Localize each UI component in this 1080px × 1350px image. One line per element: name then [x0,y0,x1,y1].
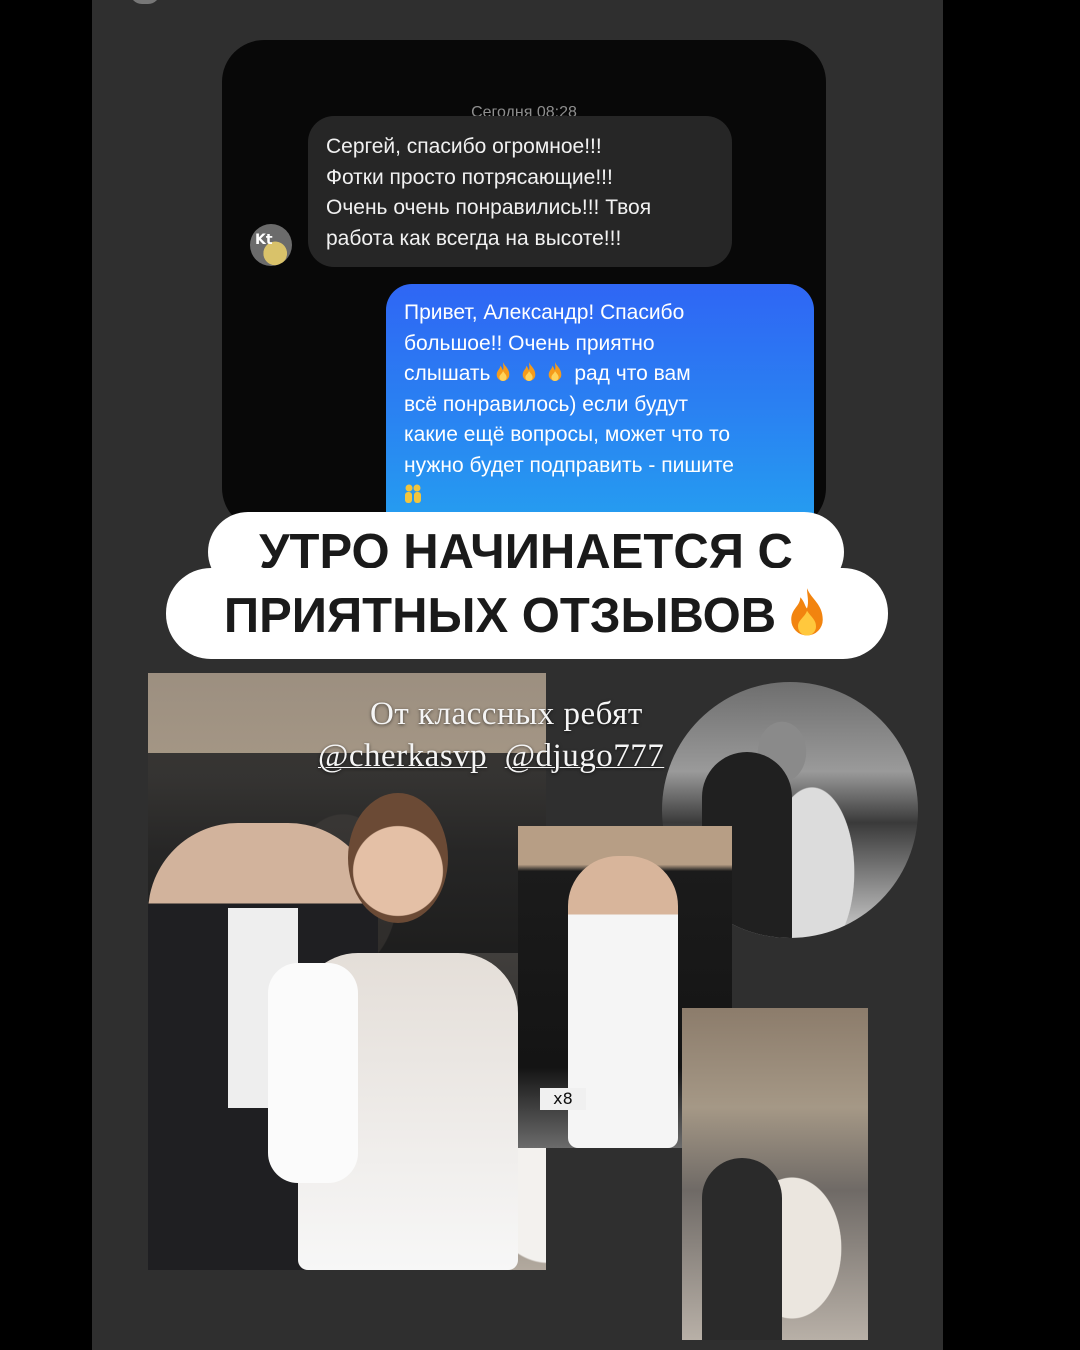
outgoing-line-6: нужно будет подправить - пишите [404,453,734,477]
avatar-initials: Kt [255,232,273,248]
outgoing-line-5: какие ещё вопросы, может что то [404,423,731,446]
people-emoji-icon [405,484,421,503]
license-plate: x8 [540,1088,586,1110]
bride-figure [268,793,518,1270]
caption-handles: @cherkasvp @djugo777 [318,736,664,776]
outgoing-line-3: слышать рад что вам [404,359,796,390]
outgoing-line-4: всё понравилось) если будут [404,392,689,416]
fire-emoji-icon [497,362,510,381]
caption-line-1: От классных ребят [370,696,643,732]
headline-line-2-text: ПРИЯТНЫХ ОТЗЫВОВ [223,589,777,643]
handle-link-2[interactable]: @djugo777 [505,738,665,774]
sender-avatar: Kt [250,224,292,266]
bride-jacket [268,963,358,1183]
outgoing-line-2: большое!! Очень приятно [404,331,655,355]
outgoing-message-bubble: Привет, Александр! Спасибо большое!! Оче… [386,284,814,530]
outgoing-line-3-end: рад что вам [574,362,691,385]
fire-emoji-icon [523,362,536,381]
outgoing-line-3-start: слышать [404,362,491,385]
handle-link-1[interactable]: @cherkasvp [318,738,487,774]
outgoing-line-1: Привет, Александр! Спасибо [404,301,685,324]
chat-screenshot: Сегодня 08:28 Kt Сергей, спасибо огромно… [222,40,826,530]
fire-emoji-icon [791,588,823,636]
incoming-message-bubble: Сергей, спасибо огромное!!! Фотки просто… [308,116,732,267]
groom-figure [702,1158,782,1340]
fire-emoji-icon [549,362,562,381]
bride-head [348,793,448,923]
headline-line-2: ПРИЯТНЫХ ОТЗЫВОВ [166,568,888,659]
wedding-photo-bottom [682,1008,868,1340]
